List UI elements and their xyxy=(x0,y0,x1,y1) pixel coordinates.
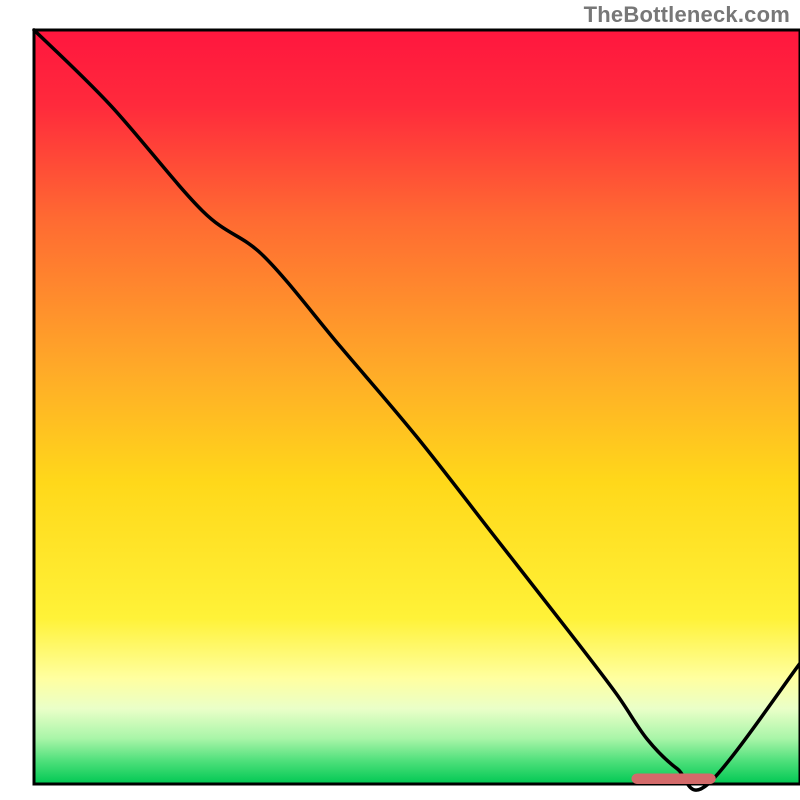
chart-background xyxy=(34,30,800,784)
bottleneck-chart xyxy=(0,0,800,800)
chart-container: TheBottleneck.com xyxy=(0,0,800,800)
optimal-zone-marker xyxy=(631,773,715,784)
